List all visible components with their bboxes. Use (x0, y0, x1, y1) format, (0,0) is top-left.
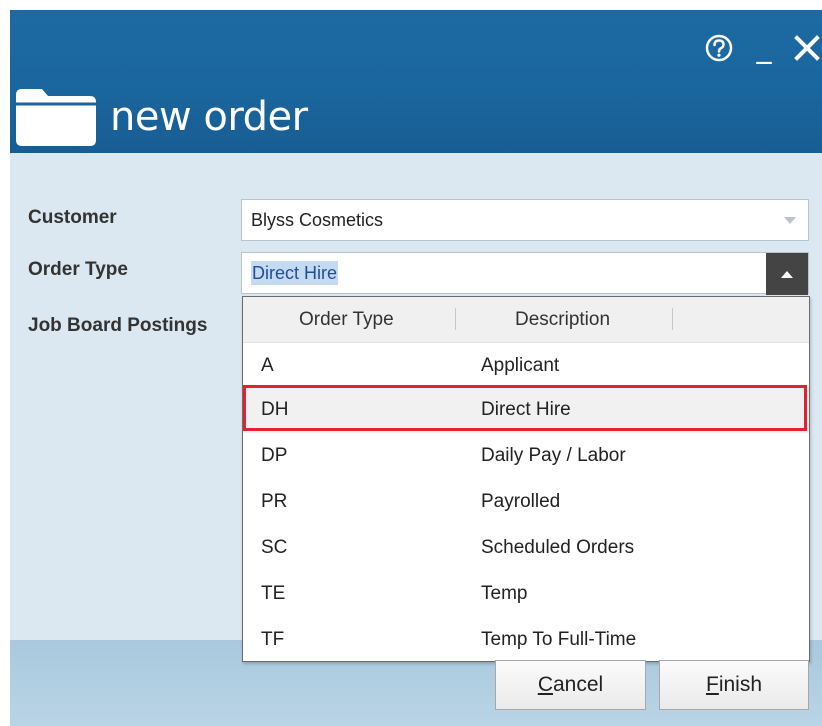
list-item[interactable]: TF Temp To Full-Time (243, 617, 809, 663)
folder-icon (16, 89, 96, 146)
finish-mnemonic: F (705, 673, 719, 696)
order-type-dropdown-button[interactable] (766, 253, 808, 295)
column-separator (455, 308, 456, 330)
order-type-code: DH (261, 399, 289, 420)
window-controls: _ (702, 28, 822, 68)
job-board-postings-label: Job Board Postings (28, 315, 208, 336)
order-type-description: Daily Pay / Labor (481, 445, 626, 466)
order-type-code: A (261, 355, 274, 376)
order-type-dropdown-list: Order Type Description A Applicant DH Di… (242, 296, 810, 662)
order-type-description: Direct Hire (481, 399, 571, 420)
cancel-button[interactable]: Cancel (495, 660, 646, 710)
order-type-description: Temp (481, 583, 528, 604)
column-header-order-type[interactable]: Order Type (299, 297, 394, 343)
order-type-code: DP (261, 445, 288, 466)
list-item[interactable]: A Applicant (243, 343, 809, 389)
customer-value: Blyss Cosmetics (251, 210, 384, 230)
order-type-value: Direct Hire (251, 261, 339, 285)
order-type-code: SC (261, 537, 288, 558)
close-button[interactable] (792, 31, 822, 65)
order-type-code: TE (261, 583, 286, 604)
list-item[interactable]: TE Temp (243, 571, 809, 617)
minimize-icon: _ (756, 30, 772, 65)
order-type-code: TF (261, 629, 285, 650)
order-type-description: Payrolled (481, 491, 561, 512)
cancel-mnemonic: C (537, 673, 553, 696)
close-icon (794, 35, 820, 61)
dropdown-header: Order Type Description (243, 297, 809, 343)
order-type-combobox[interactable]: Direct Hire (241, 252, 809, 295)
order-type-description: Scheduled Orders (481, 537, 635, 558)
order-type-label: Order Type (28, 259, 128, 280)
list-item[interactable]: SC Scheduled Orders (243, 525, 809, 571)
customer-label: Customer (28, 207, 117, 228)
column-header-description[interactable]: Description (515, 297, 610, 343)
order-type-description: Temp To Full-Time (481, 629, 637, 650)
minimize-button[interactable]: _ (752, 33, 776, 63)
order-type-code: PR (261, 491, 288, 512)
help-button[interactable] (702, 31, 736, 65)
list-item[interactable]: PR Payrolled (243, 479, 809, 525)
dialog-title: new order (110, 94, 308, 140)
list-item[interactable]: DP Daily Pay / Labor (243, 433, 809, 479)
customer-combobox[interactable]: Blyss Cosmetics (241, 199, 809, 241)
finish-button[interactable]: Finish (659, 660, 809, 710)
title-bar: _ new order (10, 10, 822, 153)
cancel-label: ancel (552, 673, 604, 696)
finish-label: inish (718, 673, 763, 696)
new-order-dialog: _ new order Customer Blyss Cosmetics Ord… (0, 0, 822, 726)
chevron-up-icon (781, 270, 793, 278)
chevron-down-icon[interactable] (784, 217, 796, 224)
help-icon (705, 34, 733, 62)
list-item-selected[interactable]: DH Direct Hire (243, 387, 809, 433)
column-separator (672, 308, 673, 330)
order-type-description: Applicant (481, 355, 560, 376)
